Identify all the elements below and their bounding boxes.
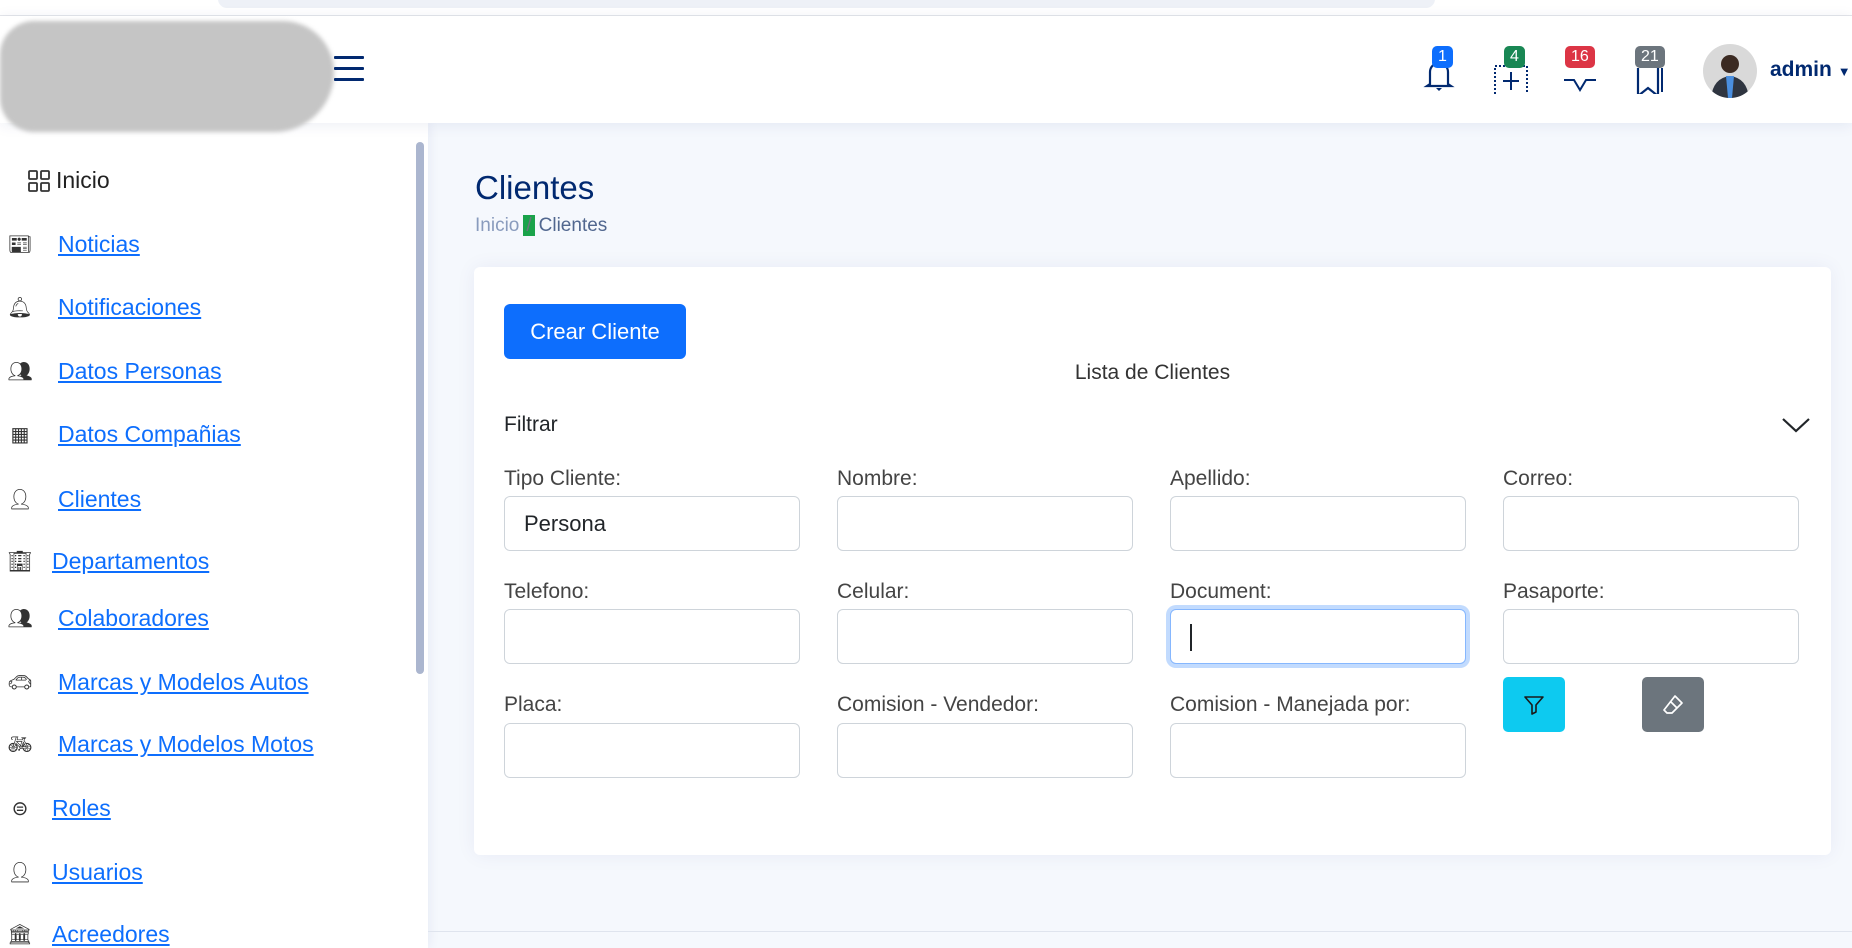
top-header: 1 4 16 21 admin ▼	[0, 16, 1852, 132]
sidebar-item-acreedores[interactable]: 🏛︎ Acreedores	[0, 921, 170, 948]
sidebar-link[interactable]: Departamentos	[52, 548, 209, 575]
sidebar-item-label: Inicio	[56, 167, 110, 193]
caret-down-icon: ▼	[1837, 64, 1851, 79]
sidebar-link[interactable]: Marcas y Modelos Autos	[58, 669, 309, 696]
sidebar-item-marcas-autos[interactable]: 🚗︎ Marcas y Modelos Autos	[0, 669, 309, 696]
tasks-button[interactable]: 4	[1492, 46, 1532, 97]
bookmarks-count-badge: 21	[1635, 46, 1665, 68]
sidebar-item-inicio[interactable]: Inicio	[28, 167, 110, 194]
page-title: Clientes	[475, 169, 595, 206]
pasaporte-label: Pasaporte:	[1503, 580, 1605, 603]
clients-card: Crear Cliente Lista de Clientes Filtrar …	[474, 267, 1831, 855]
building-icon: ▦	[10, 424, 30, 446]
sidebar-link[interactable]: Usuarios	[52, 859, 143, 886]
toggles-icon: ⊜	[11, 798, 29, 820]
filter-section-title[interactable]: Filtrar	[504, 413, 558, 437]
telefono-input[interactable]	[504, 609, 800, 664]
bicycle-icon: 🚲︎	[7, 734, 33, 756]
sidebar-item-notificaciones[interactable]: 🔔︎ Notificaciones	[0, 294, 201, 321]
list-title: Lista de Clientes	[1074, 361, 1231, 384]
comision-manejada-input[interactable]	[1170, 723, 1466, 778]
sidebar-item-usuarios[interactable]: 👤︎ Usuarios	[0, 859, 143, 886]
address-bar[interactable]	[218, 0, 1435, 8]
comision-vendedor-input[interactable]	[837, 723, 1133, 778]
breadcrumb-separator: /	[523, 215, 535, 236]
menu-toggle-icon[interactable]	[334, 56, 364, 82]
pasaporte-input[interactable]	[1503, 609, 1799, 664]
chevron-down-icon[interactable]	[1779, 413, 1813, 437]
sidebar-link[interactable]: Notificaciones	[58, 294, 201, 321]
sidebar-link[interactable]: Noticias	[58, 231, 140, 258]
placa-input[interactable]	[504, 723, 800, 778]
sidebar-item-departamentos[interactable]: 🏢︎ Departamentos	[0, 548, 209, 575]
eraser-icon	[1663, 694, 1683, 714]
sidebar-link[interactable]: Acreedores	[52, 921, 170, 948]
apellido-label: Apellido:	[1170, 467, 1251, 490]
funnel-icon	[1524, 695, 1544, 715]
notifications-button[interactable]: 1	[1422, 46, 1462, 94]
user-menu[interactable]: admin ▼	[1770, 58, 1851, 82]
sidebar-link[interactable]: Datos Personas	[58, 358, 222, 385]
breadcrumb: Inicio / Clientes	[475, 215, 607, 237]
sidebar-link[interactable]: Datos Compañias	[58, 421, 241, 448]
breadcrumb-current: Clientes	[538, 215, 608, 236]
tipo-cliente-select[interactable]	[504, 496, 800, 551]
sidebar-scrollbar[interactable]	[416, 142, 424, 674]
document-label: Document:	[1170, 580, 1272, 603]
celular-label: Celular:	[837, 580, 910, 603]
main-content: Clientes Inicio / Clientes Crear Cliente L…	[428, 123, 1852, 948]
tasks-count-badge: 4	[1504, 46, 1525, 68]
text-cursor	[1190, 624, 1192, 651]
clear-filter-button[interactable]	[1642, 677, 1704, 732]
sidebar-item-datos-personas[interactable]: 👥︎ Datos Personas	[0, 358, 222, 385]
sidebar-link[interactable]: Colaboradores	[58, 605, 209, 632]
sidebar-item-marcas-motos[interactable]: 🚲︎ Marcas y Modelos Motos	[0, 731, 314, 758]
breadcrumb-home[interactable]: Inicio	[475, 215, 519, 236]
person-gear-icon: 👤︎	[7, 489, 33, 511]
bell-fill-icon: 🔔︎	[7, 297, 33, 319]
messages-count-badge: 16	[1565, 46, 1595, 68]
tipo-cliente-label: Tipo Cliente:	[504, 467, 622, 490]
people-fill-icon: 👥︎	[7, 608, 33, 630]
sidebar-item-noticias[interactable]: 📰︎ Noticias	[0, 231, 140, 258]
sidebar-link[interactable]: Roles	[52, 795, 111, 822]
document-input[interactable]	[1170, 609, 1466, 664]
nombre-label: Nombre:	[837, 467, 918, 490]
newspaper-icon: 📰︎	[7, 234, 33, 256]
sidebar: Inicio 📰︎ Noticias 🔔︎ Notificaciones 👥︎ Dat…	[0, 123, 428, 948]
sidebar-item-colaboradores[interactable]: 👥︎ Colaboradores	[0, 605, 209, 632]
celular-input[interactable]	[837, 609, 1133, 664]
person-gear-icon: 👤︎	[7, 862, 33, 884]
create-client-button[interactable]: Crear Cliente	[504, 304, 686, 359]
correo-label: Correo:	[1503, 467, 1574, 490]
sidebar-item-datos-companias[interactable]: ▦ Datos Compañias	[0, 421, 241, 448]
bank-icon: 🏛︎	[7, 924, 33, 946]
people-icon: 👥︎	[7, 361, 33, 383]
comision-vendedor-label: Comision - Vendedor:	[837, 693, 1039, 716]
placa-label: Placa:	[504, 693, 563, 716]
nombre-input[interactable]	[837, 496, 1133, 551]
sidebar-item-clientes[interactable]: 👤︎ Clientes	[0, 486, 141, 513]
sidebar-link[interactable]: Clientes	[58, 486, 141, 513]
car-icon: 🚗︎	[7, 672, 33, 694]
avatar[interactable]	[1703, 44, 1757, 98]
notification-count-badge: 1	[1432, 46, 1453, 68]
footer-divider	[428, 931, 1852, 932]
sidebar-link[interactable]: Marcas y Modelos Motos	[58, 731, 314, 758]
telefono-label: Telefono:	[504, 580, 590, 603]
buildings-icon: 🏢︎	[7, 551, 33, 573]
messages-button[interactable]: 16	[1562, 46, 1602, 94]
logo-redacted[interactable]	[0, 21, 334, 132]
grid-icon	[28, 169, 50, 192]
browser-strip	[0, 0, 1852, 16]
comision-manejada-label: Comision - Manejada por:	[1170, 693, 1411, 716]
bookmarks-button[interactable]: 21	[1632, 46, 1672, 99]
apellido-input[interactable]	[1170, 496, 1466, 551]
apply-filter-button[interactable]	[1503, 677, 1565, 732]
correo-input[interactable]	[1503, 496, 1799, 551]
sidebar-item-roles[interactable]: ⊜ Roles	[0, 795, 111, 822]
username: admin	[1770, 58, 1832, 81]
